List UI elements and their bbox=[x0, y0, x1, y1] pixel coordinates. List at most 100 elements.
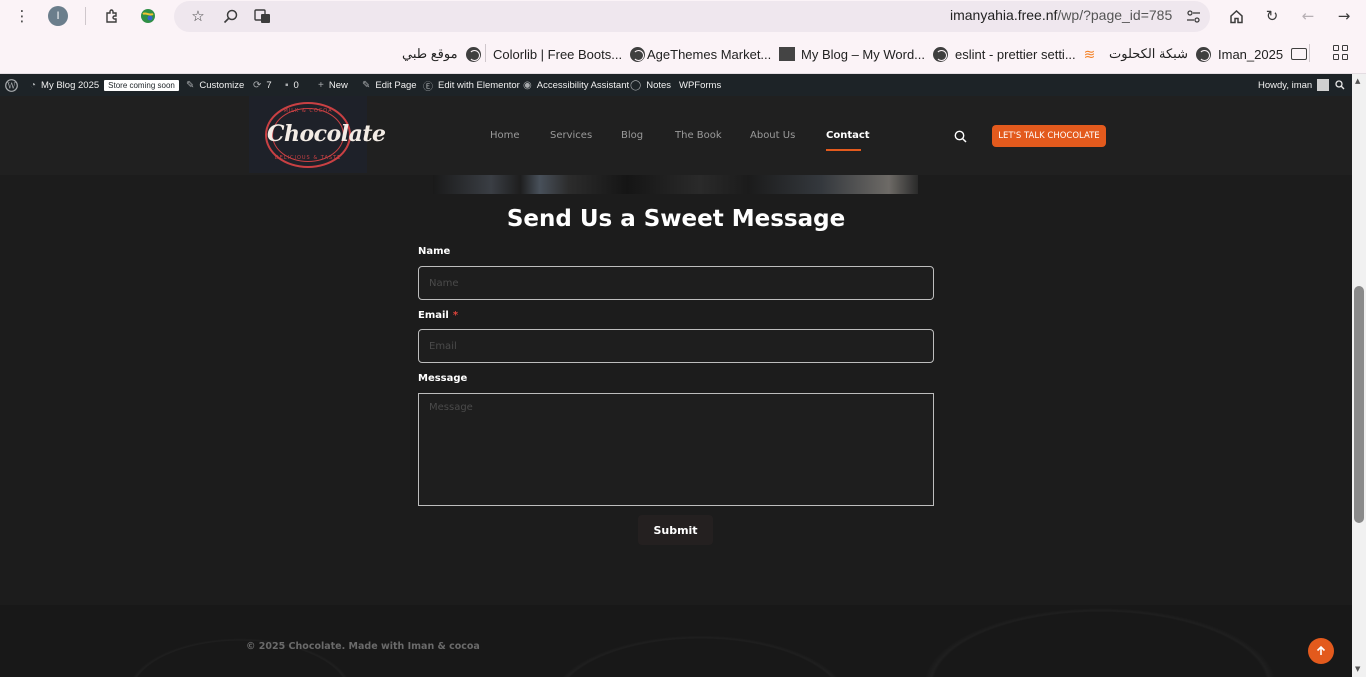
globe-icon bbox=[465, 46, 481, 62]
bookmark-label: My Blog – My Word... bbox=[801, 46, 926, 62]
submit-button[interactable]: Submit bbox=[638, 515, 713, 545]
bookmark-item[interactable]: AgeThemes Market... bbox=[647, 44, 796, 64]
profile-avatar[interactable]: I bbox=[48, 6, 68, 26]
nav-contact[interactable]: Contact bbox=[826, 130, 870, 141]
email-input[interactable] bbox=[418, 329, 934, 363]
admin-site-name[interactable]: ◔ My Blog 2025 Store coming soon bbox=[30, 74, 179, 96]
comments-count: 0 bbox=[293, 79, 299, 91]
extension-globe-icon[interactable] bbox=[138, 6, 158, 26]
admin-accessibility[interactable]: ◉ Accessibility Assistant bbox=[523, 74, 629, 96]
bookmark-divider bbox=[1309, 44, 1310, 62]
name-label: Name bbox=[418, 246, 451, 257]
site-settings-icon[interactable] bbox=[1183, 6, 1203, 26]
admin-edit-page[interactable]: ✎ Edit Page bbox=[362, 74, 417, 96]
hero-image bbox=[433, 175, 918, 194]
admin-new[interactable]: + New bbox=[318, 74, 348, 96]
url-path: /wp/?page_id=785 bbox=[1057, 7, 1173, 23]
cta-button[interactable]: LET'S TALK CHOCOLATE bbox=[992, 125, 1106, 147]
nav-the-book[interactable]: The Book bbox=[675, 130, 722, 141]
folder-icon bbox=[1291, 48, 1308, 60]
back-to-top-button[interactable] bbox=[1308, 638, 1334, 664]
bookmark-label: eslint - prettier setti... bbox=[955, 46, 1076, 62]
translate-icon[interactable] bbox=[252, 6, 272, 26]
required-marker: * bbox=[452, 310, 459, 321]
stackoverflow-icon: ≋ bbox=[1083, 45, 1096, 62]
extensions-icon[interactable] bbox=[102, 6, 122, 26]
scrollbar-thumb[interactable] bbox=[1354, 286, 1364, 523]
forward-arrow-icon[interactable]: → bbox=[1334, 6, 1354, 26]
accessibility-icon: ◉ bbox=[523, 79, 532, 91]
email-label-text: Email bbox=[418, 310, 449, 321]
zoom-icon[interactable] bbox=[220, 6, 240, 26]
active-nav-indicator bbox=[826, 149, 861, 151]
url-host: imanyahia.free.nf bbox=[950, 7, 1058, 23]
home-icon[interactable] bbox=[1226, 6, 1246, 26]
bookmark-divider bbox=[485, 44, 486, 62]
bookmark-item[interactable]: موقع طبي bbox=[402, 44, 481, 64]
wp-logo-icon[interactable]: W bbox=[5, 74, 18, 96]
bookmark-label: AgeThemes Market... bbox=[647, 46, 772, 62]
logo-wordmark: Chocolate bbox=[267, 120, 386, 147]
bookmark-item[interactable]: eslint - prettier setti... ≋ bbox=[955, 44, 1095, 64]
brush-icon: ✎ bbox=[186, 79, 195, 91]
bookmark-label: شبكة الكحلوت bbox=[1109, 46, 1188, 61]
browser-toolbar: ⋮ I ☆ imanyahia.free.nf/wp/?page_id=785 … bbox=[0, 0, 1366, 34]
message-label: Message bbox=[418, 373, 468, 384]
site-name-label: My Blog 2025 bbox=[41, 79, 100, 91]
reload-icon[interactable]: ↻ bbox=[1262, 6, 1282, 26]
globe-icon bbox=[1195, 46, 1211, 62]
pencil-icon: ✎ bbox=[362, 79, 371, 91]
logo-top-text: MILK & COCOA bbox=[283, 107, 333, 114]
scroll-down-arrow-icon[interactable]: ▼ bbox=[1355, 665, 1360, 673]
nav-blog[interactable]: Blog bbox=[621, 130, 643, 141]
notes-label: Notes bbox=[646, 79, 672, 91]
back-arrow-icon[interactable]: ← bbox=[1298, 6, 1318, 26]
scroll-up-arrow-icon[interactable]: ▲ bbox=[1355, 77, 1360, 85]
all-bookmarks-icon[interactable] bbox=[1333, 45, 1348, 60]
name-input[interactable] bbox=[418, 266, 934, 300]
wp-admin-bar: W ◔ My Blog 2025 Store coming soon ✎ Cus… bbox=[0, 74, 1366, 96]
url-text[interactable]: imanyahia.free.nf/wp/?page_id=785 bbox=[950, 7, 1172, 23]
admin-search-icon[interactable] bbox=[1335, 74, 1345, 96]
howdy-label: Howdy, iman bbox=[1258, 79, 1313, 91]
admin-updates[interactable]: ⟳ 7 bbox=[253, 74, 272, 96]
elementor-icon: Ⓔ bbox=[423, 81, 433, 93]
comment-icon: ▪ bbox=[285, 79, 289, 91]
bookmark-item[interactable]: Colorlib | Free Boots... bbox=[493, 44, 646, 64]
nav-home[interactable]: Home bbox=[490, 130, 520, 141]
customize-label: Customize bbox=[199, 79, 245, 91]
site-logo[interactable]: MILK & COCOA Chocolate DELICIOUS & TASTE bbox=[249, 96, 386, 173]
updates-icon: ⟳ bbox=[253, 79, 262, 91]
search-icon[interactable] bbox=[954, 128, 967, 143]
bookmark-item[interactable]: My Blog – My Word... bbox=[801, 44, 949, 64]
site-footer bbox=[0, 605, 1352, 677]
bookmark-label: موقع طبي bbox=[402, 46, 458, 61]
admin-edit-elementor[interactable]: Ⓔ Edit with Elementor bbox=[423, 74, 520, 96]
bookmark-star-icon[interactable]: ☆ bbox=[188, 6, 208, 26]
bookmark-item[interactable]: Iman_2025 bbox=[1218, 44, 1308, 64]
email-label: Email * bbox=[418, 310, 458, 321]
updates-count: 7 bbox=[266, 79, 272, 91]
wpforms-label: WPForms bbox=[679, 79, 722, 91]
toolbar-divider bbox=[85, 7, 86, 25]
edit-page-label: Edit Page bbox=[375, 79, 417, 91]
nav-about-us[interactable]: About Us bbox=[750, 130, 795, 141]
nav-services[interactable]: Services bbox=[550, 130, 592, 141]
store-badge: Store coming soon bbox=[104, 79, 179, 91]
globe-icon bbox=[933, 46, 949, 62]
admin-wpforms[interactable]: WPForms bbox=[679, 74, 721, 96]
admin-comments[interactable]: ▪ 0 bbox=[285, 74, 299, 96]
user-avatar bbox=[1317, 79, 1330, 91]
bookmark-label: Iman_2025 bbox=[1218, 46, 1284, 62]
form-title: Send Us a Sweet Message bbox=[506, 206, 846, 232]
menu-kebab-icon[interactable]: ⋮ bbox=[12, 6, 32, 26]
admin-notes[interactable]: ◯ Notes bbox=[630, 74, 671, 96]
svg-text:W: W bbox=[7, 81, 16, 90]
notes-icon: ◯ bbox=[630, 79, 642, 91]
admin-howdy[interactable]: Howdy, iman bbox=[1258, 74, 1330, 96]
message-textarea[interactable] bbox=[418, 393, 934, 506]
agethemes-icon bbox=[779, 47, 796, 61]
bookmark-item[interactable]: شبكة الكحلوت bbox=[1109, 44, 1211, 64]
admin-customize[interactable]: ✎ Customize bbox=[186, 74, 244, 96]
dashboard-icon: ◔ bbox=[30, 79, 37, 91]
